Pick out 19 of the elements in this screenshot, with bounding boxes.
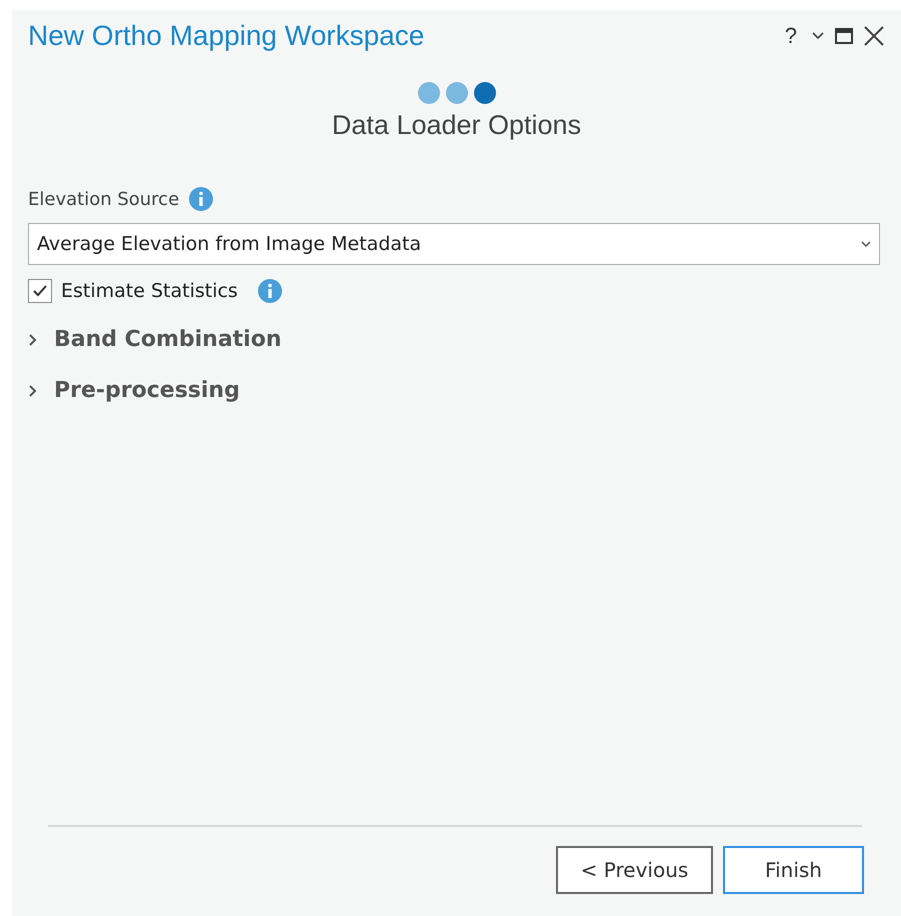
elevation-dropdown[interactable]: Average Elevation from Image Metadata	[28, 223, 880, 265]
chevron-down-icon[interactable]	[811, 31, 825, 41]
finish-button[interactable]: Finish	[723, 846, 864, 894]
page-title: Data Loader Options	[330, 110, 582, 141]
field-label: Elevation Source	[28, 188, 180, 210]
checkbox[interactable]	[28, 279, 52, 303]
info-icon[interactable]	[189, 187, 214, 211]
close-icon[interactable]	[863, 25, 885, 47]
section-header[interactable]: Band Combination	[54, 327, 282, 352]
window-title: New Ortho Mapping Workspace	[28, 20, 424, 52]
section-header[interactable]: Pre-processing	[54, 378, 240, 403]
maximize-icon[interactable]	[835, 28, 853, 44]
chevron-down-icon[interactable]	[861, 240, 871, 248]
chevron-right-icon[interactable]	[28, 384, 38, 398]
chevron-right-icon[interactable]	[28, 332, 38, 346]
previous-button[interactable]: < Previous	[556, 846, 713, 894]
info-icon[interactable]	[258, 279, 282, 303]
checkbox-label: Estimate Statistics	[61, 280, 238, 302]
help-button[interactable]: ?	[780, 23, 801, 49]
